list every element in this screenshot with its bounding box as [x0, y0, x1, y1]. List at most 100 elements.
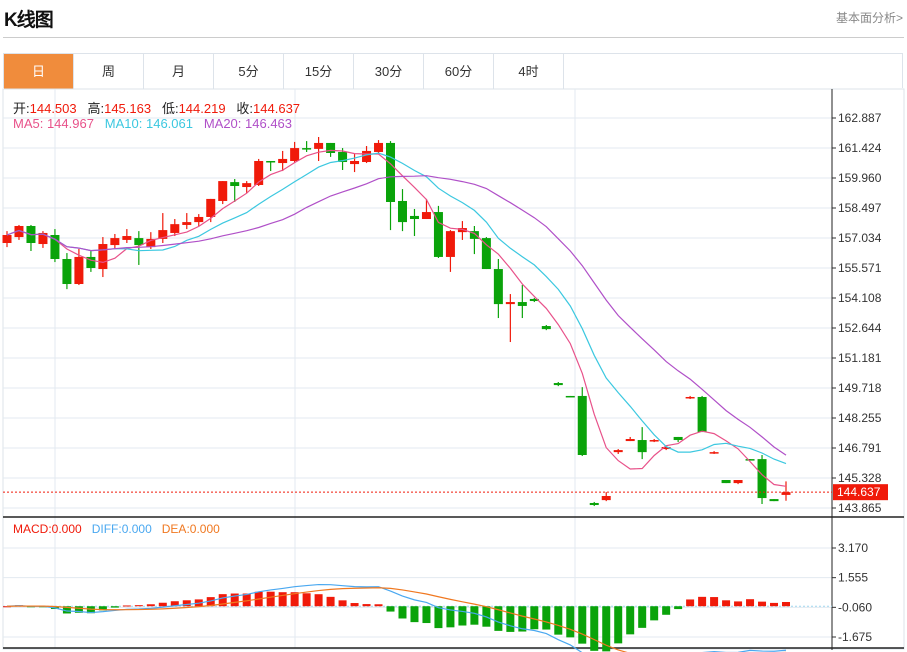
last-price-label: 144.637 — [837, 485, 881, 499]
candle-down — [397, 200, 407, 223]
candle-down — [230, 182, 240, 187]
candle-down — [769, 499, 779, 502]
macd-bar-negative — [542, 606, 551, 630]
ma-readout: MA5: 144.967 MA10: 146.061 MA20: 146.463 — [13, 116, 292, 131]
candle-down — [517, 302, 527, 306]
high-value: 145.163 — [104, 101, 152, 116]
candle-up — [314, 142, 324, 149]
price-tick-label: 143.865 — [838, 501, 882, 515]
candle-down — [697, 396, 707, 433]
candle-down — [637, 440, 647, 453]
price-tick-label: 145.328 — [838, 471, 882, 485]
macd-bar-positive — [338, 600, 347, 607]
candle-up — [649, 440, 659, 442]
ma20-line — [6, 175, 787, 456]
price-tick-label: 162.887 — [838, 111, 882, 125]
diff-line — [6, 583, 787, 652]
candle-up — [206, 198, 216, 217]
candle-up — [74, 256, 84, 285]
macd-bar-negative — [410, 606, 419, 623]
candle-up — [421, 212, 431, 220]
close-label: 收: — [236, 101, 254, 116]
ohlc-readout: 开:144.503 高:145.163 低:144.219 收:144.637 — [13, 98, 300, 117]
chart-frame — [2, 88, 905, 650]
ma5-line — [6, 149, 787, 487]
macd-value: MACD:0.000 — [13, 522, 82, 536]
candle-down — [266, 160, 276, 163]
macd-bar-positive — [266, 591, 275, 607]
candle-up — [445, 231, 455, 257]
candle-up — [505, 302, 515, 305]
candle-up — [98, 244, 108, 270]
candle-up — [613, 450, 623, 453]
price-tick-label: 146.791 — [838, 441, 882, 455]
macd-tick-label: -1.675 — [838, 630, 872, 644]
candle-down — [409, 215, 419, 220]
price-tick-label: 151.181 — [838, 351, 882, 365]
macd-bar-positive — [782, 601, 790, 607]
candle-down — [302, 148, 312, 150]
price-tick-label: 149.718 — [838, 381, 882, 395]
low-label: 低: — [161, 101, 179, 116]
ma10-value: MA10: 146.061 — [104, 116, 193, 131]
candle-down — [433, 212, 443, 257]
macd-bar-negative — [638, 606, 647, 628]
macd-bar-positive — [326, 596, 335, 607]
open-value: 144.503 — [29, 101, 77, 116]
diff-value: DIFF:0.000 — [91, 522, 152, 536]
macd-bar-negative — [506, 606, 515, 632]
candle-up — [278, 158, 288, 164]
macd-bar-positive — [158, 602, 167, 607]
low-value: 144.219 — [178, 101, 226, 116]
candle-up — [290, 148, 300, 161]
macd-bar-positive — [758, 601, 767, 607]
price-tick-label: 148.255 — [838, 411, 882, 425]
macd-tick-label: -0.060 — [838, 600, 872, 614]
macd-bar-negative — [662, 606, 671, 615]
macd-bar-positive — [122, 605, 131, 607]
open-label: 开: — [13, 101, 30, 116]
candle-up — [709, 452, 719, 454]
candle-down — [481, 238, 491, 270]
high-label: 高: — [87, 101, 105, 116]
price-tick-label: 152.644 — [838, 321, 882, 335]
macd-bar-positive — [374, 604, 383, 607]
candle-down — [589, 502, 599, 506]
candle-down — [565, 395, 575, 398]
macd-bar-positive — [302, 593, 311, 607]
macd-bar-negative — [614, 606, 623, 644]
macd-bar-negative — [590, 606, 599, 651]
candle-down — [673, 436, 683, 441]
macd-bar-negative — [674, 606, 683, 610]
macd-bar-negative — [110, 606, 119, 608]
candle-up — [2, 235, 12, 244]
macd-bar-positive — [686, 599, 695, 607]
macd-tick-label: 1.555 — [838, 571, 868, 585]
macd-bar-negative — [566, 606, 575, 638]
macd-bar-negative — [470, 606, 479, 625]
macd-bar-negative — [386, 606, 395, 612]
candle-up — [362, 150, 372, 163]
macd-bar-positive — [734, 601, 743, 607]
macd-bar-negative — [398, 606, 407, 619]
candle-up — [781, 492, 791, 495]
candle-down — [553, 383, 563, 386]
candle-up — [170, 224, 180, 233]
ma10-line — [6, 152, 787, 465]
macd-bar-negative — [626, 606, 635, 635]
macd-bar-positive — [698, 596, 707, 607]
macd-bar-negative — [422, 606, 431, 624]
price-tick-label: 159.960 — [838, 171, 882, 185]
candle-down — [757, 459, 767, 499]
macd-bar-negative — [434, 606, 443, 629]
macd-bar-negative — [578, 606, 587, 644]
macd-bar-positive — [746, 599, 755, 607]
candle-up — [122, 236, 132, 240]
close-value: 144.637 — [253, 101, 301, 116]
dea-value: DEA:0.000 — [161, 522, 220, 536]
candle-up — [194, 216, 204, 223]
price-tick-label: 154.108 — [838, 291, 882, 305]
macd-bar-positive — [710, 597, 719, 607]
macd-bar-negative — [458, 606, 467, 626]
macd-bar-positive — [722, 600, 731, 607]
